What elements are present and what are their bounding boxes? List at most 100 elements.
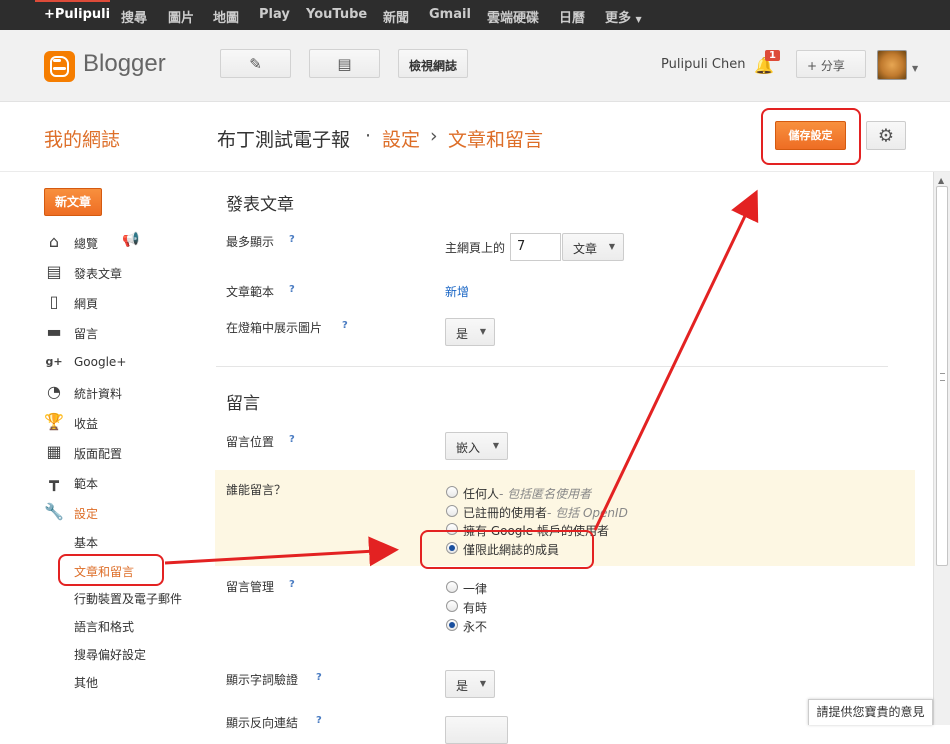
gbar-item-pulipuli[interactable]: +Pulipuli xyxy=(44,7,110,22)
help-icon[interactable]: ? xyxy=(316,715,322,726)
sidebar-item-layout[interactable]: ▦ 版面配置 xyxy=(44,442,204,462)
who-can-comment-label: 誰能留言？ xyxy=(226,483,287,497)
help-icon[interactable]: ? xyxy=(289,284,295,295)
page-scrollbar[interactable]: ▲ xyxy=(933,172,950,725)
feedback-button[interactable]: 請提供您寶貴的意見 xyxy=(808,699,933,725)
help-icon[interactable]: ? xyxy=(289,234,295,245)
sidebar-item-stats[interactable]: ◔ 統計資料 xyxy=(44,382,204,402)
chevron-down-icon: ▼ xyxy=(479,679,486,688)
chevron-down-icon[interactable]: ▼ xyxy=(912,64,918,73)
blogger-logo-icon[interactable] xyxy=(44,51,75,82)
username[interactable]: Pulipuli Chen xyxy=(661,57,745,72)
layout-icon: ▦ xyxy=(46,442,62,461)
word-verification-dropdown[interactable]: 是 ▼ xyxy=(445,670,495,698)
gbar-item-search[interactable]: 搜尋 xyxy=(121,7,147,26)
radio-registered[interactable] xyxy=(446,505,458,517)
sidebar-item-comments[interactable]: ▬ 留言 xyxy=(44,322,204,342)
lightbox-dropdown[interactable]: 是 ▼ xyxy=(445,318,495,346)
avatar[interactable] xyxy=(877,50,907,80)
sidebar-sub-other[interactable]: 其他 xyxy=(74,674,98,691)
chevron-down-icon: ▼ xyxy=(608,242,615,251)
gbar-item-maps[interactable]: 地圖 xyxy=(213,7,239,26)
backlinks-label: 顯示反向連結 xyxy=(226,716,299,730)
sidebar-item-template[interactable]: ┳ 範本 xyxy=(44,472,204,492)
annotation-members-only-highlight xyxy=(420,530,594,569)
gbar-item-youtube[interactable]: YouTube xyxy=(306,7,367,22)
radio-moderation-never-label[interactable]: 永不 xyxy=(463,618,487,635)
sidebar-sub-search-prefs[interactable]: 搜尋偏好設定 xyxy=(74,646,146,663)
google-plus-icon: g+ xyxy=(45,355,63,368)
gbar-item-play[interactable]: Play xyxy=(259,7,290,22)
document-icon: ▤ xyxy=(337,54,352,73)
my-blogs-link[interactable]: 我的網誌 xyxy=(44,125,120,152)
lightbox-label: 在燈箱中展示圖片 xyxy=(226,321,323,335)
comments-section-title: 留言 xyxy=(226,394,260,414)
gear-icon: ⚙ xyxy=(877,125,895,146)
blog-name[interactable]: 布丁測試電子報 xyxy=(217,125,350,152)
chevron-down-icon: ▼ xyxy=(635,15,642,24)
gbar-item-more[interactable]: 更多 ▼ xyxy=(605,7,642,26)
radio-moderation-sometimes-label[interactable]: 有時 xyxy=(463,599,487,616)
breadcrumb-settings[interactable]: 設定 xyxy=(382,125,420,152)
posts-list-button[interactable]: ▤ xyxy=(309,49,380,78)
settings-button[interactable]: ⚙ xyxy=(866,121,906,150)
pages-icon: ▯ xyxy=(49,292,59,311)
share-button[interactable]: + 分享 xyxy=(796,50,866,78)
sidebar-item-overview[interactable]: ⌂ 總覽 📢 xyxy=(44,232,204,252)
new-post-button[interactable]: ✎ xyxy=(220,49,291,78)
posts-icon: ▤ xyxy=(46,262,62,281)
stats-icon: ◔ xyxy=(47,382,61,401)
blogger-header: Blogger ✎ ▤ 檢視網誌 Pulipuli Chen 🔔 1 + 分享 … xyxy=(0,30,950,102)
page-title: 文章和留言 xyxy=(448,129,544,151)
radio-anyone[interactable] xyxy=(446,486,458,498)
scrollbar-thumb[interactable] xyxy=(936,186,948,566)
sidebar-item-settings[interactable]: 🔧 設定 xyxy=(44,502,204,522)
active-indicator xyxy=(35,0,110,2)
sidebar-sub-basic[interactable]: 基本 xyxy=(74,534,98,551)
gbar-item-news[interactable]: 新聞 xyxy=(383,7,409,26)
add-template-link[interactable]: 新增 xyxy=(445,283,469,300)
radio-anyone-label[interactable]: 任何人- 包括匿名使用者 xyxy=(463,485,591,502)
help-icon[interactable]: ? xyxy=(316,672,322,683)
gbar-item-images[interactable]: 圖片 xyxy=(168,7,194,26)
sidebar-sub-mobile-email[interactable]: 行動裝置及電子郵件 xyxy=(74,590,182,607)
backlinks-dropdown[interactable] xyxy=(445,716,508,744)
radio-registered-label[interactable]: 已註冊的使用者- 包括 OpenID xyxy=(463,504,628,521)
chevron-down-icon: ▼ xyxy=(479,327,486,336)
plus-icon: + xyxy=(807,59,818,73)
post-unit-dropdown[interactable]: 文章 ▼ xyxy=(562,233,624,261)
view-blog-button[interactable]: 檢視網誌 xyxy=(398,49,468,78)
gbar-item-calendar[interactable]: 日曆 xyxy=(559,7,585,26)
breadcrumb-separator: › xyxy=(430,125,438,147)
annotation-save-highlight xyxy=(761,108,861,165)
sidebar-item-pages[interactable]: ▯ 網頁 xyxy=(44,292,204,312)
annotation-sidebar-highlight xyxy=(58,554,164,586)
scroll-up-icon[interactable]: ▲ xyxy=(938,176,944,185)
breadcrumb-separator: · xyxy=(365,125,372,147)
help-icon[interactable]: ? xyxy=(289,434,295,445)
radio-moderation-always[interactable] xyxy=(446,581,458,593)
radio-moderation-sometimes[interactable] xyxy=(446,600,458,612)
logo-text[interactable]: Blogger xyxy=(83,50,166,78)
show-at-most-prefix: 主網頁上的 xyxy=(445,241,506,255)
comment-location-dropdown[interactable]: 嵌入 ▼ xyxy=(445,432,508,460)
sidebar-sub-language[interactable]: 語言和格式 xyxy=(74,618,134,635)
sidebar-item-google-plus[interactable]: g+ Google+ xyxy=(44,352,204,372)
moderation-label: 留言管理 xyxy=(226,580,275,594)
notification-badge[interactable]: 1 xyxy=(765,50,780,61)
gbar-item-gmail[interactable]: Gmail xyxy=(429,7,471,22)
help-icon[interactable]: ? xyxy=(289,579,295,590)
radio-moderation-never[interactable] xyxy=(446,619,458,631)
show-at-most-label: 最多顯示 xyxy=(226,235,275,249)
sidebar-item-earnings[interactable]: 🏆 收益 xyxy=(44,412,204,432)
radio-moderation-always-label[interactable]: 一律 xyxy=(463,580,487,597)
post-count-input[interactable]: 7 xyxy=(510,233,561,261)
megaphone-icon: 📢 xyxy=(122,232,140,248)
sidebar-item-posts[interactable]: ▤ 發表文章 xyxy=(44,262,204,282)
new-post-button[interactable]: 新文章 xyxy=(44,188,102,216)
help-icon[interactable]: ? xyxy=(342,320,348,331)
chevron-down-icon: ▼ xyxy=(492,441,499,450)
wrench-icon: 🔧 xyxy=(44,502,64,521)
gbar-item-drive[interactable]: 雲端硬碟 xyxy=(487,7,539,26)
posts-section-title: 發表文章 xyxy=(226,195,294,215)
